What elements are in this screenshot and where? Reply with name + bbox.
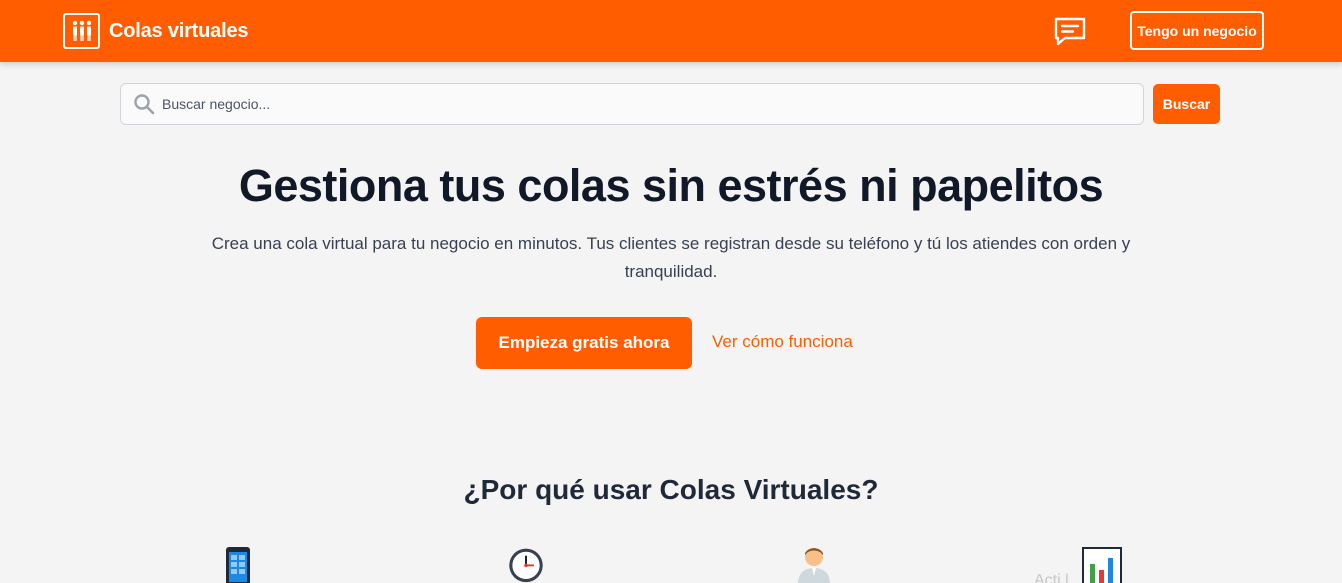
feature-label-partial: Acti l	[1034, 572, 1069, 583]
brand-name: Colas virtuales	[109, 19, 249, 42]
hero-title: Gestiona tus colas sin estrés ni papelit…	[238, 160, 1104, 211]
why-section-title: ¿Por qué usar Colas Virtuales?	[463, 474, 879, 505]
business-button[interactable]: Tengo un negocio	[1130, 11, 1264, 50]
people-queue-icon	[63, 13, 100, 49]
search-bar	[120, 83, 1144, 125]
search-icon	[133, 93, 155, 115]
hero-subtitle: Crea una cola virtual para tu negocio en…	[211, 234, 1131, 281]
search-button[interactable]: Buscar	[1153, 84, 1220, 124]
brand[interactable]: Colas virtuales	[63, 13, 248, 49]
start-free-button[interactable]: Empieza gratis ahora	[476, 317, 692, 369]
bar-chart-icon	[1082, 546, 1122, 583]
chat-icon	[1053, 16, 1087, 52]
clock-icon	[505, 546, 547, 583]
top-navbar: Colas virtuales Tengo un negocio	[0, 0, 1342, 62]
mobile-phone-icon	[224, 546, 252, 583]
person-icon	[796, 546, 832, 583]
search-input[interactable]	[162, 89, 1122, 119]
chat-button[interactable]	[1052, 17, 1088, 50]
how-it-works-link[interactable]: Ver cómo funciona	[712, 332, 853, 352]
